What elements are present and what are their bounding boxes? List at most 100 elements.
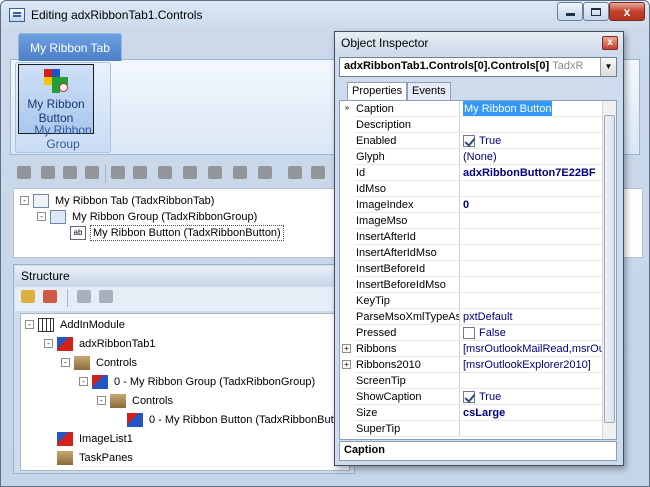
property-row[interactable]: Size csLarge <box>340 405 603 421</box>
inspector-title[interactable]: Object Inspector <box>335 32 623 54</box>
new-item-icon[interactable] <box>21 290 35 303</box>
maximize-button[interactable] <box>583 2 609 21</box>
collapse-icon[interactable]: - <box>25 320 34 329</box>
property-value[interactable] <box>460 373 603 389</box>
property-value[interactable] <box>460 181 603 197</box>
property-value[interactable]: csLarge <box>460 405 603 421</box>
add-box-icon[interactable] <box>63 166 77 179</box>
property-value[interactable]: [msrOutlookExplorer2010] <box>460 357 603 373</box>
close-button[interactable]: x <box>609 2 645 21</box>
add-tab-icon[interactable] <box>17 166 31 179</box>
property-row[interactable]: InsertBeforeIdMso <box>340 277 603 293</box>
property-row[interactable]: Pressed False <box>340 325 603 341</box>
add-label-icon[interactable] <box>311 166 325 179</box>
property-row[interactable]: Enabled True <box>340 133 603 149</box>
property-value[interactable] <box>460 213 603 229</box>
pressed-checkbox[interactable] <box>463 326 475 339</box>
property-value[interactable]: False <box>460 325 603 341</box>
property-row[interactable]: + Ribbons2010 [msrOutlookExplorer2010] <box>340 357 603 373</box>
ribbon-group[interactable]: My Ribbon Button My Ribbon Group <box>15 62 111 153</box>
show-caption-checkbox[interactable] <box>463 390 475 403</box>
structure-node[interactable]: ImageList1 <box>57 430 135 447</box>
property-row[interactable]: ShowCaption True <box>340 389 603 405</box>
property-row[interactable]: InsertAfterIdMso <box>340 245 603 261</box>
property-row[interactable]: ScreenTip <box>340 373 603 389</box>
property-row[interactable]: Description <box>340 117 603 133</box>
structure-node[interactable]: TaskPanes <box>57 449 135 466</box>
structure-node[interactable]: - AddInModule <box>25 316 127 333</box>
property-row[interactable]: InsertAfterId <box>340 229 603 245</box>
add-split-button-icon[interactable] <box>133 166 147 179</box>
property-value[interactable]: True <box>460 133 603 149</box>
add-combobox-icon[interactable] <box>258 166 272 179</box>
add-gallery-icon[interactable] <box>288 166 302 179</box>
tree-node-group[interactable]: - My Ribbon Group (TadxRibbonGroup) <box>37 208 259 225</box>
caption-value[interactable]: My Ribbon Button <box>463 101 553 116</box>
property-row[interactable]: IdMso <box>340 181 603 197</box>
expand-icon[interactable]: + <box>342 360 351 369</box>
chevron-down-icon[interactable]: ▼ <box>600 58 616 76</box>
add-checkbox-icon[interactable] <box>208 166 222 179</box>
structure-node[interactable]: - Controls <box>97 392 175 409</box>
scrollbar-thumb[interactable] <box>604 115 615 423</box>
enabled-checkbox[interactable] <box>463 134 475 147</box>
move-down-icon[interactable] <box>99 290 113 303</box>
property-value[interactable] <box>460 421 603 437</box>
collapse-icon[interactable]: - <box>44 339 53 348</box>
property-value[interactable] <box>460 229 603 245</box>
minimize-button[interactable] <box>557 2 583 21</box>
collapse-icon[interactable]: - <box>97 396 106 405</box>
property-row[interactable]: SuperTip <box>340 421 603 437</box>
collapse-icon[interactable]: - <box>37 212 46 221</box>
expand-icon[interactable]: + <box>342 344 351 353</box>
move-up-icon[interactable] <box>77 290 91 303</box>
property-row[interactable]: Id adxRibbonButton7E22BF <box>340 165 603 181</box>
property-value[interactable]: True <box>460 389 603 405</box>
ribbon-tab[interactable]: My Ribbon Tab <box>18 33 122 61</box>
ribbon-button-icon <box>127 412 143 427</box>
tree-node-tab[interactable]: - My Ribbon Tab (TadxRibbonTab) <box>20 192 216 209</box>
tab-properties[interactable]: Properties <box>347 82 408 101</box>
add-menu-icon[interactable] <box>183 166 197 179</box>
add-item-icon[interactable] <box>85 166 99 179</box>
ribbon-button-icon: ab <box>70 225 86 240</box>
delete-item-icon[interactable] <box>43 290 57 303</box>
add-button-icon[interactable] <box>111 166 125 179</box>
property-row[interactable]: ImageMso <box>340 213 603 229</box>
structure-node[interactable]: 0 - My Ribbon Button (TadxRibbonButton) <box>127 411 349 428</box>
vertical-scrollbar[interactable] <box>602 101 616 439</box>
property-row[interactable]: KeyTip <box>340 293 603 309</box>
property-row[interactable]: Glyph (None) <box>340 149 603 165</box>
add-group-icon[interactable] <box>41 166 55 179</box>
tab-events[interactable]: Events <box>407 82 451 100</box>
add-editbox-icon[interactable] <box>233 166 247 179</box>
property-value[interactable]: (None) <box>460 149 603 165</box>
property-value[interactable]: adxRibbonButton7E22BF <box>460 165 603 181</box>
property-value[interactable] <box>460 245 603 261</box>
property-row[interactable]: InsertBeforeId <box>340 261 603 277</box>
property-value[interactable]: My Ribbon Button <box>460 101 603 117</box>
collapse-icon[interactable]: - <box>61 358 70 367</box>
property-value[interactable] <box>460 277 603 293</box>
property-row[interactable]: ImageIndex 0 <box>340 197 603 213</box>
collapse-icon[interactable]: - <box>79 377 88 386</box>
property-value[interactable] <box>460 117 603 133</box>
structure-node[interactable]: - Controls <box>61 354 139 371</box>
property-row[interactable]: + Ribbons [msrOutlookMailRead,msrOut <box>340 341 603 357</box>
property-row[interactable]: ParseMsoXmlTypeAs pxtDefault <box>340 309 603 325</box>
property-value[interactable]: pxtDefault <box>460 309 603 325</box>
property-row-caption[interactable]: » Caption My Ribbon Button <box>340 101 603 117</box>
tree-node-button[interactable]: ab My Ribbon Button (TadxRibbonButton) <box>70 224 284 241</box>
collapse-icon[interactable]: - <box>20 196 29 205</box>
property-value[interactable] <box>460 261 603 277</box>
title-bar[interactable]: Editing adxRibbonTab1.Controls x <box>1 1 649 29</box>
property-value[interactable]: [msrOutlookMailRead,msrOut <box>460 341 603 357</box>
property-value[interactable] <box>460 293 603 309</box>
structure-node[interactable]: - adxRibbonTab1 <box>44 335 157 352</box>
property-value[interactable]: 0 <box>460 197 603 213</box>
inspector-close-button[interactable]: x <box>602 36 618 50</box>
component-selector[interactable]: adxRibbonTab1.Controls[0].Controls[0] Ta… <box>339 57 617 77</box>
structure-node[interactable]: - 0 - My Ribbon Group (TadxRibbonGroup) <box>79 373 317 390</box>
add-dropdown-icon[interactable] <box>158 166 172 179</box>
property-name: Caption <box>354 101 460 117</box>
